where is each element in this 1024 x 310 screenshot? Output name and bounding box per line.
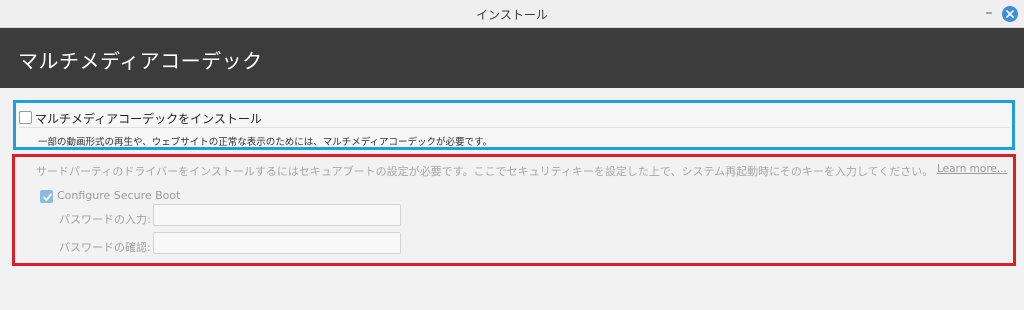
confirm-password-field[interactable] xyxy=(153,232,401,254)
confirm-password-label: パスワードの確認: xyxy=(59,241,151,254)
minimize-icon: – xyxy=(985,5,993,21)
codecs-description: 一部の動画形式の再生や、ウェブサイトの正常な表示のためには、マルチメディアコーデ… xyxy=(38,137,493,148)
close-icon xyxy=(1006,10,1014,18)
password-label: パスワードの入力: xyxy=(59,213,151,226)
page-title: マルチメディアコーデック xyxy=(18,49,263,73)
configure-secure-boot-label[interactable]: Configure Secure Boot xyxy=(57,189,180,202)
divider xyxy=(19,127,1009,128)
close-button[interactable] xyxy=(1002,6,1018,22)
secure-boot-info: サードパーティのドライバーをインストールするにはセキュアブートの設定が必要です。… xyxy=(36,165,934,178)
page-header: マルチメディアコーデック xyxy=(0,28,1024,88)
check-icon xyxy=(43,193,52,201)
minimize-button[interactable]: – xyxy=(980,4,998,22)
secure-boot-section: サードパーティのドライバーをインストールするにはセキュアブートの設定が必要です。… xyxy=(12,154,1016,266)
window-title: インストール xyxy=(476,8,548,22)
password-field[interactable] xyxy=(153,204,401,226)
learn-more-link[interactable]: Learn more... xyxy=(937,163,1007,175)
install-codecs-label[interactable]: マルチメディアコーデックをインストール xyxy=(35,110,262,127)
configure-secure-boot-checkbox[interactable] xyxy=(40,190,53,203)
window-titlebar: インストール – xyxy=(0,0,1024,28)
codecs-section: マルチメディアコーデックをインストール 一部の動画形式の再生や、ウェブサイトの正… xyxy=(13,100,1015,150)
install-codecs-checkbox[interactable] xyxy=(19,111,32,124)
